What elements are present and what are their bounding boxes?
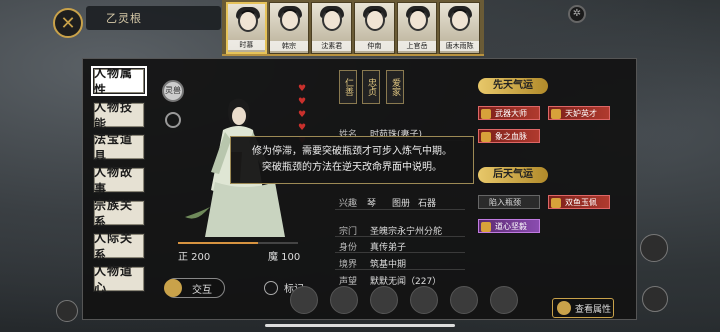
- luck-icon: [551, 198, 561, 208]
- menu-icon[interactable]: [490, 286, 518, 314]
- demonic-value: 魔 100: [268, 252, 301, 263]
- portrait-card[interactable]: 韩宗: [268, 2, 310, 54]
- luck-chip[interactable]: 道心坚毅: [478, 219, 540, 233]
- portrait-name: 上官岳: [397, 41, 437, 51]
- trait-label: 仁善: [339, 70, 357, 104]
- interact-label: 交互: [192, 284, 212, 296]
- tooltip-line: 修为停滞，需要突破瓶颈才可步入炼气中期。: [252, 146, 452, 157]
- portrait-name: 时慕: [228, 40, 265, 50]
- alignment-bar-fill: [178, 242, 259, 244]
- heart-icon: ♥: [298, 123, 307, 133]
- attr-icon: [557, 301, 571, 315]
- bottleneck-chip[interactable]: 陷入瓶颈: [478, 195, 540, 209]
- bottom-toolbar: [290, 286, 540, 316]
- tab-clan[interactable]: 宗族关系: [93, 198, 145, 229]
- menu-icon[interactable]: [642, 286, 668, 312]
- luck-icon: [481, 109, 491, 119]
- heart-icon: ♥: [298, 97, 307, 107]
- tab-story[interactable]: 人物故事: [93, 165, 145, 196]
- portrait-name: 沈素君: [312, 41, 352, 51]
- menu-icon[interactable]: [330, 286, 358, 314]
- luck-label: 天妒英才: [565, 109, 597, 118]
- portrait-card[interactable]: 上官岳: [396, 2, 438, 54]
- menu-icon[interactable]: [410, 286, 438, 314]
- bottleneck-label: 陷入瓶颈: [489, 198, 521, 207]
- acquired-luck-header: 后天气运: [478, 167, 548, 183]
- portrait-face: [238, 10, 258, 32]
- divider: [335, 252, 465, 253]
- luck-chip[interactable]: 武器大师: [478, 106, 540, 120]
- menu-icon[interactable]: [450, 286, 478, 314]
- tab-skills[interactable]: 人物技能: [93, 100, 145, 131]
- luck-label: 武器大师: [495, 109, 527, 118]
- righteous-value: 正 200: [178, 252, 211, 263]
- page-title: 乙灵根: [106, 12, 142, 25]
- close-button[interactable]: ✕: [53, 8, 83, 38]
- tab-attributes[interactable]: 人物属性: [91, 66, 147, 97]
- menu-icon[interactable]: [56, 300, 78, 322]
- luck-icon: [481, 132, 491, 142]
- portrait-face: [365, 9, 386, 31]
- portrait-face: [450, 9, 471, 31]
- luck-icon: [481, 222, 491, 232]
- portrait-card[interactable]: 唐木雨陈: [439, 2, 480, 54]
- tab-dao-heart[interactable]: 人物道心: [93, 264, 145, 295]
- trait-label: 爱家: [386, 70, 404, 104]
- tab-relations[interactable]: 人际关系: [93, 231, 145, 262]
- luck-label: 双鱼玉佩: [565, 198, 597, 207]
- innate-luck-header: 先天气运: [478, 78, 548, 94]
- luck-chip[interactable]: 天妒英才: [548, 106, 610, 120]
- eye-icon: [264, 280, 278, 295]
- gear-icon[interactable]: ✲: [568, 5, 586, 23]
- character-portrait-strip: 时慕 韩宗 沈素君 仲南 上官岳 唐木雨陈: [222, 0, 484, 56]
- portrait-face: [279, 9, 300, 31]
- tooltip-line: 突破瓶颈的方法在逆天改命界面中说明。: [262, 162, 442, 173]
- heart-icon: ♥: [298, 84, 307, 94]
- portrait-face: [322, 9, 343, 31]
- luck-label: 道心坚毅: [495, 222, 527, 231]
- hand-icon: [164, 279, 182, 297]
- view-attributes-button[interactable]: 查看属性: [552, 298, 614, 318]
- divider: [335, 236, 465, 237]
- portrait-card[interactable]: 沈素君: [311, 2, 353, 54]
- portrait-name: 韩宗: [269, 41, 309, 51]
- luck-icon: [551, 109, 561, 119]
- menu-icon[interactable]: [370, 286, 398, 314]
- hobby-item: 琴: [367, 199, 377, 209]
- hobby-label: 兴趣: [339, 199, 358, 209]
- yin-yang-icon[interactable]: [640, 234, 668, 262]
- luck-chip[interactable]: 双鱼玉佩: [548, 195, 610, 209]
- trait-label: 忠贞: [362, 70, 380, 104]
- luck-chip[interactable]: 象之血脉: [478, 129, 540, 143]
- close-icon: ✕: [60, 12, 76, 34]
- portrait-card[interactable]: 时慕: [226, 2, 267, 54]
- portrait-face: [407, 9, 428, 31]
- tab-items[interactable]: 法宝道具: [93, 132, 145, 163]
- divider: [335, 269, 465, 270]
- portrait-name: 唐木雨陈: [440, 41, 479, 51]
- portrait-card[interactable]: 仲南: [354, 2, 395, 54]
- heart-icon: ♥: [298, 110, 307, 120]
- hobby-item: 石器: [418, 199, 437, 209]
- menu-icon[interactable]: [290, 286, 318, 314]
- bottleneck-tooltip: 修为停滞，需要突破瓶颈才可步入炼气中期。 突破瓶颈的方法在逆天改命界面中说明。: [230, 136, 474, 184]
- home-indicator[interactable]: [265, 324, 455, 327]
- divider: [335, 209, 465, 210]
- hobby-item: 图册: [392, 199, 411, 209]
- luck-label: 象之血脉: [495, 132, 527, 141]
- interact-button[interactable]: 交互: [164, 278, 225, 298]
- view-attributes-label: 查看属性: [575, 304, 612, 315]
- portrait-name: 仲南: [355, 41, 394, 51]
